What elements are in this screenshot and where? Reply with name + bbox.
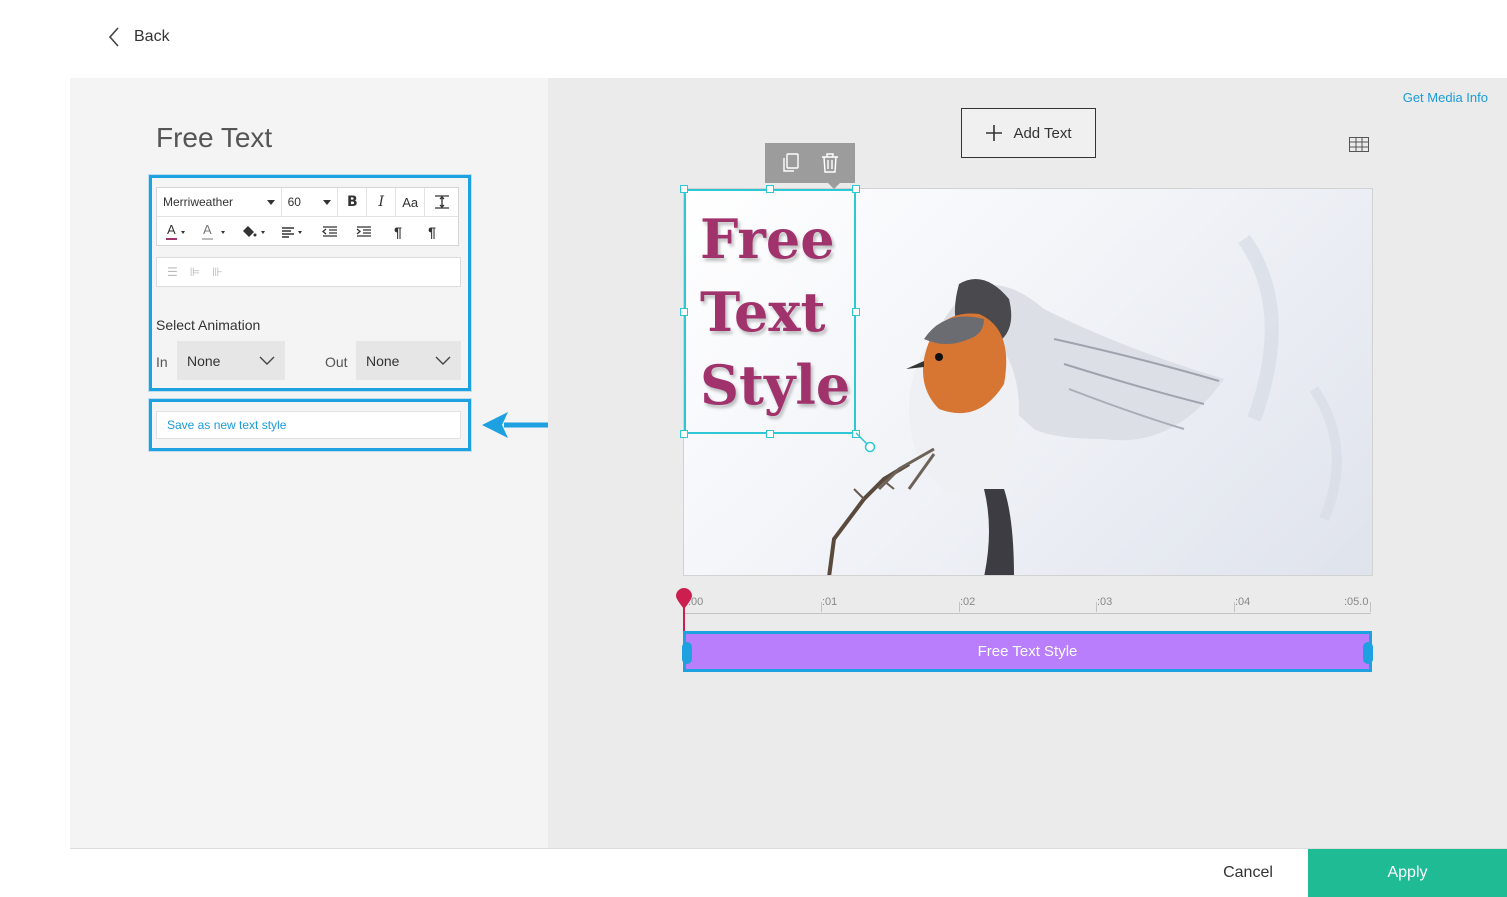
timeline-tick-label: :04 (1235, 596, 1251, 608)
text-case-icon: Aa (402, 194, 419, 210)
font-size-value: 60 (287, 195, 301, 209)
copy-icon[interactable] (781, 152, 801, 174)
timeline-tick-label: :05.0 (1344, 596, 1369, 608)
svg-text:A: A (203, 222, 212, 237)
save-as-new-text-style-button[interactable]: Save as new text style (156, 411, 461, 439)
outdent-button[interactable] (313, 217, 347, 246)
highlight-color-button[interactable]: A (193, 217, 233, 246)
svg-text:A: A (167, 222, 176, 237)
cancel-button[interactable]: Cancel (1189, 849, 1307, 897)
text-align-button[interactable] (273, 217, 313, 246)
align-left-disabled-icon[interactable]: ⊫ (190, 265, 200, 279)
chevron-down-icon (259, 356, 275, 365)
overlay-text-line-2: Text (700, 280, 826, 344)
text-float-toolbar (765, 143, 855, 189)
valign-middle-icon[interactable]: ☰ (167, 265, 178, 279)
back-label: Back (134, 28, 170, 45)
caret-down-icon (266, 199, 275, 205)
overlay-text-line-1: Free (700, 207, 835, 271)
italic-icon: I (378, 194, 385, 210)
plus-icon (986, 125, 1003, 141)
caret-down-icon (323, 199, 332, 205)
resize-handle-tl[interactable] (680, 185, 688, 193)
font-family-value: Merriweather (163, 195, 234, 209)
track-label: Free Text Style (977, 643, 1078, 660)
trash-icon[interactable] (820, 152, 840, 174)
overlay-text[interactable]: Free Text Style (700, 203, 860, 422)
resize-handle-b[interactable] (766, 430, 774, 438)
bold-icon: B (347, 194, 358, 210)
align-left-icon (282, 226, 302, 238)
animation-in-select[interactable]: None (177, 341, 285, 380)
paragraph-rtl-icon: ¶ (428, 223, 436, 240)
highlight-color-icon: A (202, 222, 225, 240)
italic-button[interactable]: I (367, 188, 397, 216)
trim-handle-left[interactable] (682, 642, 692, 664)
text-editor-panel: Free Text Merriweather 60 B I Aa A A ¶ ¶… (70, 78, 548, 848)
add-text-button[interactable]: Add Text (961, 108, 1096, 158)
font-color-icon: A (166, 222, 185, 240)
animation-out-value: None (366, 352, 400, 369)
font-size-select[interactable]: 60 (282, 188, 339, 216)
paint-bucket-icon (243, 225, 265, 237)
apply-button[interactable]: Apply (1308, 849, 1507, 897)
resize-handle-tr[interactable] (852, 185, 860, 193)
align-right-disabled-icon[interactable]: ⊪ (212, 265, 222, 279)
timeline-tick-label: :01 (822, 596, 838, 608)
grid-icon[interactable] (1349, 137, 1369, 152)
text-track-clip[interactable]: Free Text Style (682, 631, 1373, 672)
text-case-button[interactable]: Aa (396, 188, 426, 216)
resize-handle-t[interactable] (766, 185, 774, 193)
timeline-tick-label: :03 (1097, 596, 1113, 608)
fill-color-button[interactable] (233, 217, 273, 246)
outdent-icon (321, 225, 337, 237)
timeline-tick (1370, 602, 1371, 612)
rotate-handle-icon[interactable] (855, 432, 877, 454)
timeline-line (684, 613, 1371, 614)
playhead-marker-icon[interactable] (676, 588, 692, 610)
chevron-left-icon (108, 27, 119, 47)
animation-out-select[interactable]: None (356, 341, 461, 380)
text-format-toolbar: Merriweather 60 B I Aa A A ¶ ¶ (156, 187, 459, 246)
select-animation-label: Select Animation (156, 317, 261, 333)
ltr-button[interactable]: ¶ (381, 217, 415, 246)
timeline-tick-label: :02 (960, 596, 976, 608)
rtl-button[interactable]: ¶ (415, 217, 449, 246)
panel-title: Free Text (156, 122, 273, 153)
overlay-text-line-3: Style (700, 353, 851, 417)
animation-out-label: Out (325, 354, 348, 370)
animation-in-value: None (187, 352, 221, 369)
resize-handle-l[interactable] (680, 308, 688, 316)
chevron-down-icon (435, 356, 451, 365)
get-media-info-link[interactable]: Get Media Info (1403, 90, 1488, 105)
font-family-select[interactable]: Merriweather (157, 188, 282, 216)
indent-icon (356, 225, 371, 237)
add-text-label: Add Text (1013, 124, 1072, 142)
paragraph-ltr-icon: ¶ (394, 223, 402, 240)
resize-handle-bl[interactable] (680, 430, 688, 438)
line-height-button[interactable] (425, 188, 458, 216)
trim-handle-right[interactable] (1363, 642, 1373, 664)
indent-button[interactable] (347, 217, 381, 246)
line-height-icon (434, 195, 449, 209)
alignment-toolbar: ☰ ⊫ ⊪ (156, 257, 461, 287)
bold-button[interactable]: B (338, 188, 368, 216)
font-color-button[interactable]: A (157, 217, 193, 246)
back-button[interactable]: Back (106, 26, 170, 48)
animation-in-label: In (156, 354, 168, 370)
